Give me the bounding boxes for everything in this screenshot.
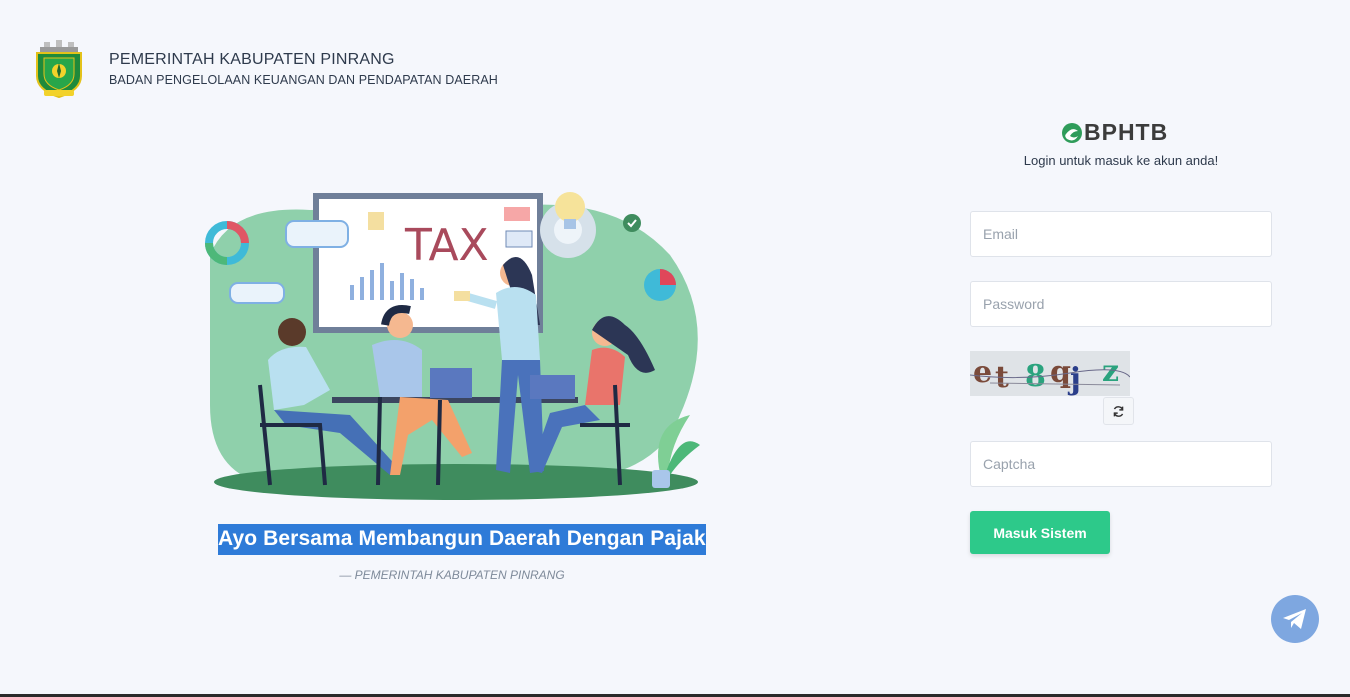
captcha-char-6: z [1102, 354, 1119, 389]
captcha-field[interactable] [970, 441, 1272, 487]
org-title: PEMERINTAH KABUPATEN PINRANG [109, 51, 395, 68]
login-button[interactable]: Masuk Sistem [970, 511, 1110, 554]
brand-logo: BPHTB [1061, 119, 1168, 146]
refresh-icon [1113, 405, 1124, 417]
org-subtitle: BADAN PENGELOLAAN KEUANGAN DAN PENDAPATA… [109, 73, 498, 87]
login-hint: Login untuk masuk ke akun anda! [1023, 153, 1219, 168]
header: PEMERINTAH KABUPATEN PINRANG BADAN PENGE… [34, 40, 498, 98]
tagline: Ayo Bersama Membangun Daerah Dengan Paja… [218, 524, 706, 555]
captcha-char-5: j [1067, 362, 1081, 396]
telegram-icon [1283, 609, 1306, 629]
tax-team-illustration: TAX [205, 192, 700, 500]
captcha-char-4: q [1050, 355, 1071, 390]
brand-name: BPHTB [1084, 119, 1169, 145]
tagline-source: — PEMERINTAH KABUPATEN PINRANG [339, 568, 565, 582]
password-field[interactable] [970, 281, 1272, 327]
e-leaf-icon [1062, 122, 1082, 143]
telegram-button[interactable] [1271, 595, 1319, 643]
regency-emblem-icon [36, 40, 82, 98]
email-field[interactable] [970, 211, 1272, 257]
captcha-char-1: e [973, 355, 992, 390]
captcha-image: e t 8 q j z [970, 351, 1130, 396]
refresh-captcha-button[interactable] [1103, 397, 1134, 425]
board-text: TAX [404, 220, 489, 271]
